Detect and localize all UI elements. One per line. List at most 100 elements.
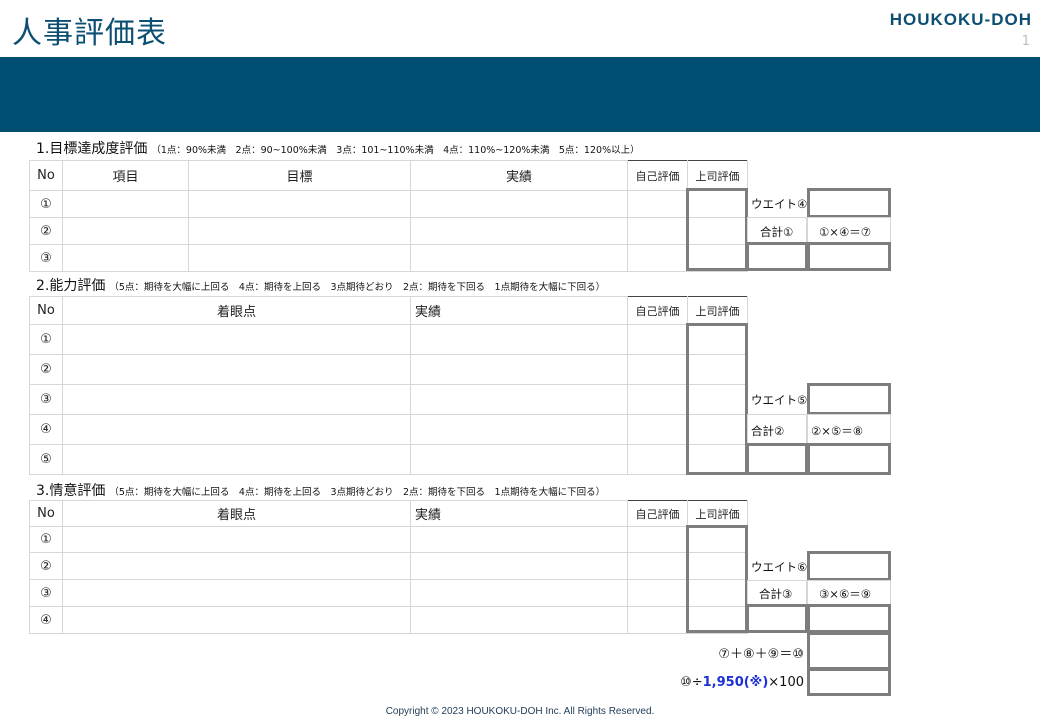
col-header-self-eval: 自己評価 (627, 160, 688, 191)
section1-weight-label: ウエイト④ (751, 197, 808, 211)
focus-cell[interactable] (62, 354, 411, 385)
row-number: ① (29, 324, 63, 355)
attitude-table: No 着眼点 実績 自己評価 上司評価 ① ② ③ ④ (29, 500, 748, 634)
col-header-no: No (29, 160, 63, 191)
section2-boss-score-box[interactable] (686, 323, 748, 475)
section3-weight-box[interactable] (807, 551, 891, 581)
section3-result-box[interactable] (807, 604, 891, 633)
col-header-result: 実績 (410, 500, 628, 527)
goal-cell[interactable] (188, 217, 411, 245)
result-cell[interactable] (410, 244, 628, 272)
page-number: 1 (1021, 34, 1030, 49)
item-cell[interactable] (62, 190, 189, 218)
col-header-no: No (29, 296, 63, 325)
self-eval-cell[interactable] (627, 606, 688, 634)
self-eval-cell[interactable] (627, 217, 688, 245)
focus-cell[interactable] (62, 414, 411, 445)
sum-formula-label: ⑦＋⑧＋⑨＝⑩ (718, 647, 804, 662)
focus-cell[interactable] (62, 384, 411, 415)
section3-total-label: 合計③ (759, 587, 793, 601)
col-header-item: 項目 (62, 160, 189, 191)
col-header-no: No (29, 500, 63, 527)
section1-result-box[interactable] (807, 242, 891, 271)
result-cell[interactable] (410, 217, 628, 245)
col-header-boss-eval: 上司評価 (687, 296, 748, 325)
self-eval-cell[interactable] (627, 384, 688, 415)
goal-cell[interactable] (188, 244, 411, 272)
col-header-focus: 着眼点 (62, 500, 411, 527)
item-cell[interactable] (62, 217, 189, 245)
result-cell[interactable] (410, 526, 628, 553)
goal-table: No 項目 目標 実績 自己評価 上司評価 ① ② ③ (29, 160, 748, 272)
self-eval-cell[interactable] (627, 552, 688, 580)
self-eval-cell[interactable] (627, 579, 688, 607)
section1-weight-box[interactable] (807, 188, 891, 218)
self-eval-cell[interactable] (627, 324, 688, 355)
col-header-result: 実績 (410, 296, 628, 325)
section3-formula-label: ③×⑥＝⑨ (819, 587, 872, 601)
row-number: ④ (29, 414, 63, 445)
section3-boss-score-box[interactable] (686, 525, 748, 633)
copyright-footer: Copyright © 2023 HOUKOKU-DOH Inc. All Ri… (385, 706, 655, 717)
result-cell[interactable] (410, 324, 628, 355)
self-eval-cell[interactable] (627, 354, 688, 385)
section2-heading: 2.能力評価 (36, 278, 106, 294)
result-cell[interactable] (410, 579, 628, 607)
col-header-focus: 着眼点 (62, 296, 411, 325)
focus-cell[interactable] (62, 526, 411, 553)
self-eval-cell[interactable] (627, 526, 688, 553)
ratio-suffix: ×100 (768, 675, 804, 690)
result-cell[interactable] (410, 606, 628, 634)
section1-formula-label: ①×④＝⑦ (819, 225, 872, 239)
section2-weight-box[interactable] (807, 383, 891, 415)
focus-cell[interactable] (62, 552, 411, 580)
section2-title: 2.能力評価 （5点：期待を大幅に上回る 4点：期待を上回る 3点期待どおり 2点… (36, 275, 605, 295)
grand-total-box[interactable] (807, 632, 891, 670)
section2-total-label: 合計② (751, 424, 785, 438)
result-cell[interactable] (410, 414, 628, 445)
focus-cell[interactable] (62, 444, 411, 475)
section3-heading: 3.情意評価 (36, 483, 106, 499)
result-cell[interactable] (410, 444, 628, 475)
self-eval-cell[interactable] (627, 444, 688, 475)
col-header-boss-eval: 上司評価 (687, 160, 748, 191)
section1-title: 1.目標達成度評価 （1点：90%未満 2点：90~100%未満 3点：101~1… (36, 138, 640, 158)
section2-result-box[interactable] (807, 443, 891, 475)
focus-cell[interactable] (62, 579, 411, 607)
result-cell[interactable] (410, 552, 628, 580)
section1-heading: 1.目標達成度評価 (36, 141, 148, 157)
col-header-result: 実績 (410, 160, 628, 191)
row-number: ③ (29, 384, 63, 415)
section3-title: 3.情意評価 （5点：期待を大幅に上回る 4点：期待を上回る 3点期待どおり 2点… (36, 480, 605, 500)
self-eval-cell[interactable] (627, 244, 688, 272)
section2-weight-label: ウエイト⑤ (751, 393, 808, 407)
page-title: 人事評価表 (12, 16, 167, 51)
goal-cell[interactable] (188, 190, 411, 218)
row-number: ④ (29, 606, 63, 634)
section3-weight-label: ウエイト⑥ (751, 560, 808, 574)
section2-formula-label: ②×⑤＝⑧ (811, 424, 864, 438)
section1-total-divider (806, 217, 808, 244)
focus-cell[interactable] (62, 324, 411, 355)
section3-total-box[interactable] (746, 604, 808, 633)
col-header-self-eval: 自己評価 (627, 500, 688, 527)
item-cell[interactable] (62, 244, 189, 272)
result-cell[interactable] (410, 190, 628, 218)
section2-total-divider (806, 414, 808, 445)
section1-boss-score-box[interactable] (686, 188, 748, 271)
focus-cell[interactable] (62, 606, 411, 634)
col-header-boss-eval: 上司評価 (687, 500, 748, 527)
self-eval-cell[interactable] (627, 190, 688, 218)
result-cell[interactable] (410, 384, 628, 415)
ability-table: No 着眼点 実績 自己評価 上司評価 ① ② ③ ④ ⑤ (29, 296, 748, 475)
section2-total-box[interactable] (746, 443, 808, 475)
self-eval-cell[interactable] (627, 414, 688, 445)
company-logo: HOUKOKU-DOH (889, 10, 1032, 29)
final-score-box[interactable] (807, 668, 891, 696)
row-number: ① (29, 190, 63, 218)
section1-scale-note: （1点：90%未満 2点：90~100%未満 3点：101~110%未満 4点：… (151, 145, 640, 156)
result-cell[interactable] (410, 354, 628, 385)
section1-total-box[interactable] (746, 242, 808, 271)
row-number: ② (29, 552, 63, 580)
section3-scale-note: （5点：期待を大幅に上回る 4点：期待を上回る 3点期待どおり 2点：期待を下回… (109, 487, 606, 498)
